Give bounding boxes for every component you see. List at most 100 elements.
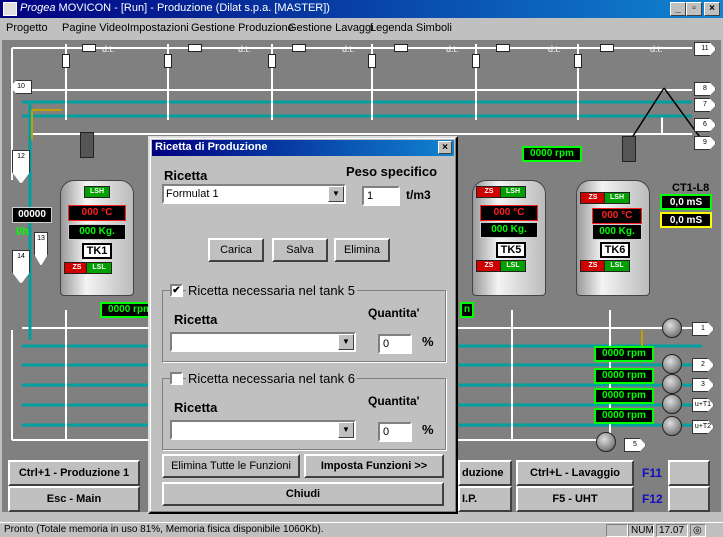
tk6-zs-indicator: ZS [580, 260, 606, 272]
close-button[interactable]: × [704, 2, 720, 16]
tk1-lsl-indicator: LSL [86, 262, 112, 274]
main-button[interactable]: Esc - Main [8, 486, 140, 512]
produzione-1-button[interactable]: Ctrl+1 - Produzione 1 [8, 460, 140, 486]
elimina-button[interactable]: Elimina [334, 238, 390, 262]
minimize-button[interactable]: _ [670, 2, 686, 16]
menu-pagine-video[interactable]: Pagine Video [62, 22, 127, 34]
valve[interactable] [394, 44, 408, 52]
valve[interactable] [368, 54, 376, 68]
dialog-close-button[interactable]: × [438, 141, 452, 154]
menu-legenda-simboli[interactable]: Legenda Simboli [370, 22, 452, 34]
tank6-label: Ricetta necessaria nel tank 6 [186, 371, 357, 386]
tk5-temperature: 000 °C [480, 205, 538, 221]
flow-unit-label: l/h [16, 226, 29, 238]
cip-button[interactable]: I.P. [458, 486, 512, 512]
tank6-checkbox[interactable] [170, 372, 183, 385]
peso-specifico-label: Peso specifico [346, 164, 438, 179]
rpm-display-pump2: 0000 rpm [594, 368, 654, 384]
menu-progetto[interactable]: Progetto [6, 22, 48, 34]
valve[interactable] [496, 44, 510, 52]
menu-gestione-lavaggi[interactable]: Gestione Lavaggi [288, 22, 374, 34]
tank5-quantita-input[interactable]: 0 [378, 334, 412, 354]
lavaggio-button[interactable]: Ctrl+L - Lavaggio [516, 460, 634, 486]
f11-label: F11 [642, 466, 663, 480]
valve[interactable] [164, 54, 172, 68]
pump-icon[interactable] [662, 318, 682, 338]
pump-icon[interactable] [662, 374, 682, 394]
valve[interactable] [82, 44, 96, 52]
chiudi-button[interactable]: Chiudi [162, 482, 444, 506]
flow-display: 00000 [12, 207, 52, 223]
tank5-ricetta-label: Ricetta [174, 312, 218, 327]
rpm-display-partial: n [460, 302, 474, 318]
valve[interactable] [600, 44, 614, 52]
valve[interactable] [188, 44, 202, 52]
rpm-display-pump3: 0000 rpm [594, 388, 654, 404]
tk6-weight: 000 Kg. [592, 224, 642, 240]
tk5-label: TK5 [496, 242, 526, 258]
produzione-4-button[interactable]: duzione 4 [458, 460, 512, 501]
rpm-display-pump1: 0000 rpm [594, 346, 654, 362]
pump-icon[interactable] [596, 432, 616, 452]
tk6-label: TK6 [600, 242, 630, 258]
pump-icon[interactable] [662, 394, 682, 414]
valve[interactable] [268, 54, 276, 68]
tk6-temperature: 000 °C [592, 208, 642, 224]
peso-specifico-input[interactable]: 1 [362, 186, 400, 206]
ricetta-select-value: Formulat 1 [166, 188, 219, 200]
menu-gestione-produzione[interactable]: Gestione Produzione [191, 22, 294, 34]
maximize-button[interactable]: ▫ [686, 2, 702, 16]
status-empty [606, 524, 628, 537]
ricetta-dialog: Ricetta di Produzione × Ricetta Peso spe… [148, 136, 458, 514]
status-bar: Pronto (Totale memoria in uso 81%, Memor… [0, 522, 723, 537]
pump-icon[interactable] [662, 354, 682, 374]
ricetta-select[interactable]: Formulat 1 ▼ [162, 184, 346, 204]
valve[interactable] [62, 54, 70, 68]
tank6-percent: % [422, 422, 434, 437]
tk1-label: TK1 [82, 243, 112, 259]
valve[interactable] [574, 54, 582, 68]
salva-button[interactable]: Salva [272, 238, 328, 262]
f12-label: F12 [642, 492, 663, 506]
rpm-display-tk5: 0000 rpm [522, 146, 582, 162]
menu-impostazioni[interactable]: Impostazioni [127, 22, 189, 34]
conductivity-label: CT1-L8 [672, 182, 710, 194]
tk5-zs-indicator: ZS [476, 186, 502, 198]
chevron-down-icon[interactable]: ▼ [338, 422, 354, 438]
tk5-weight: 000 Kg. [480, 222, 538, 238]
ricetta-label: Ricetta [164, 168, 208, 183]
dt-label: d.t. [446, 44, 459, 54]
window-title: MOVICON - [Run] - Produzione (Dilat s.p.… [58, 2, 330, 14]
chevron-down-icon[interactable]: ▼ [328, 186, 344, 202]
agitator-motor-icon [622, 136, 636, 162]
tank6-ricetta-select[interactable]: ▼ [170, 420, 356, 440]
dialog-title: Ricetta di Produzione [155, 141, 268, 153]
tank6-ricetta-label: Ricetta [174, 400, 218, 415]
tk5-lsl-indicator: LSL [500, 260, 526, 272]
tank6-quantita-input[interactable]: 0 [378, 422, 412, 442]
tank5-quantita-label: Quantita' [368, 306, 420, 320]
chevron-down-icon[interactable]: ▼ [338, 334, 354, 350]
uht-button[interactable]: F5 - UHT [516, 486, 634, 512]
pump-icon[interactable] [662, 416, 682, 436]
f11-button[interactable] [668, 460, 710, 486]
tank6-quantita-label: Quantita' [368, 394, 420, 408]
tank5-label: Ricetta necessaria nel tank 5 [186, 283, 357, 298]
valve[interactable] [472, 54, 480, 68]
carica-button[interactable]: Carica [208, 238, 264, 262]
imposta-funzioni-button[interactable]: Imposta Funzioni >> [304, 454, 444, 478]
tank5-checkbox[interactable]: ✔ [170, 284, 183, 297]
f12-button[interactable] [668, 486, 710, 512]
elimina-tutte-button[interactable]: Elimina Tutte le Funzioni [162, 454, 300, 478]
peso-unit-label: t/m3 [406, 188, 431, 202]
dialog-title-bar: Ricetta di Produzione × [152, 140, 454, 156]
valve[interactable] [292, 44, 306, 52]
conductivity-display-2: 0,0 mS [660, 212, 712, 228]
tk1-lsh-indicator: LSH [84, 186, 110, 198]
conductivity-display-1: 0,0 mS [660, 194, 712, 210]
title-bar: Progea MOVICON - [Run] - Produzione (Dil… [0, 0, 723, 18]
status-message: Pronto (Totale memoria in uso 81%, Memor… [4, 524, 324, 535]
dt-label: d.t. [342, 44, 355, 54]
rpm-display-pump4: 0000 rpm [594, 408, 654, 424]
tank5-ricetta-select[interactable]: ▼ [170, 332, 356, 352]
